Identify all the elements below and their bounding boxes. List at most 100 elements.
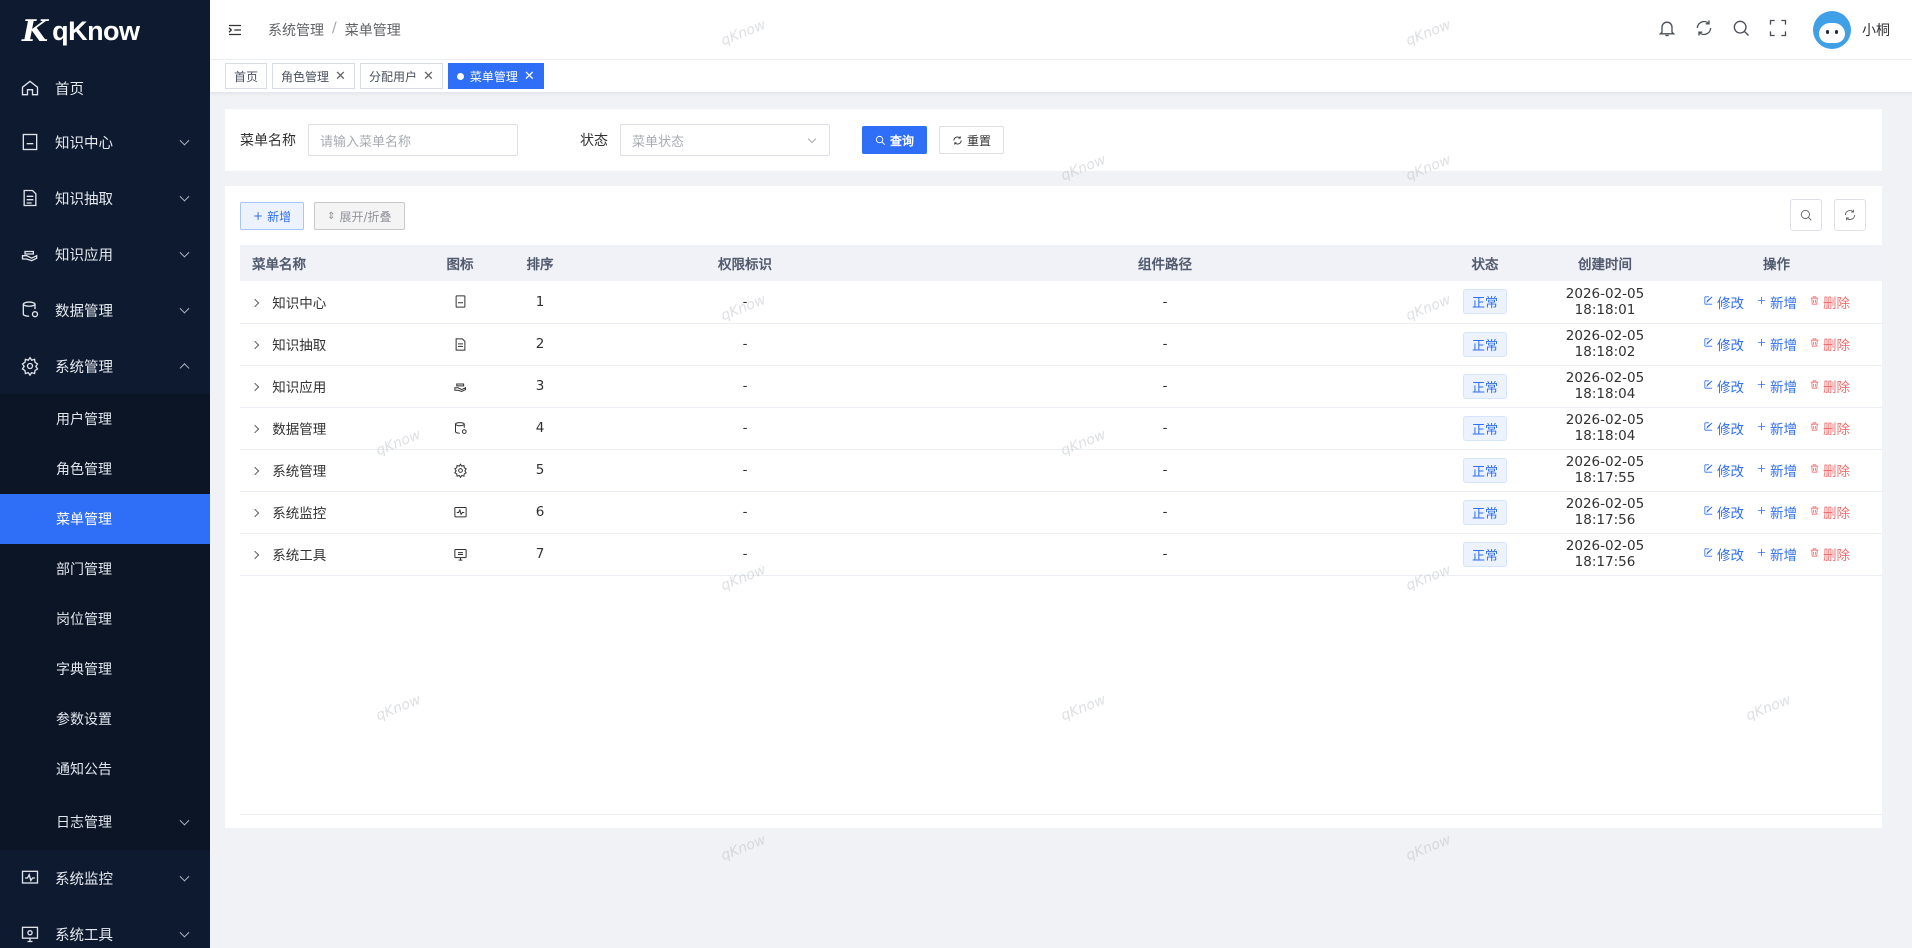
close-icon[interactable]: ✕ <box>335 70 346 83</box>
delete-button[interactable]: 删除 <box>1809 418 1850 438</box>
close-icon[interactable]: ✕ <box>524 70 535 83</box>
sidebar-item-label: 通知公告 <box>56 762 112 778</box>
chevron-down-icon <box>807 134 817 144</box>
sidebar-item-system-management[interactable]: 系统管理 <box>0 338 210 394</box>
logo-text: qKnow <box>52 15 140 46</box>
menu-name: 系统管理 <box>272 464 327 480</box>
refresh-table-button[interactable] <box>1834 199 1866 231</box>
collapse-menu-icon[interactable] <box>224 19 246 41</box>
expand-row-icon[interactable] <box>250 424 260 434</box>
edit-button[interactable]: 修改 <box>1703 502 1744 522</box>
status-select-placeholder: 菜单状态 <box>632 134 685 150</box>
delete-button[interactable]: 删除 <box>1809 334 1850 354</box>
toggle-search-button[interactable] <box>1790 199 1822 231</box>
sidebar-subitem-config-settings[interactable]: 参数设置 <box>0 694 210 744</box>
edit-button[interactable]: 修改 <box>1703 292 1744 312</box>
plus-icon <box>1756 462 1767 478</box>
sidebar-item-knowledge-center[interactable]: 知识中心 <box>0 114 210 170</box>
bell-icon[interactable] <box>1657 18 1677 42</box>
edit-button[interactable]: 修改 <box>1703 544 1744 564</box>
expand-row-icon[interactable] <box>250 340 260 350</box>
avatar-face <box>1819 22 1845 43</box>
sidebar-item-label: 系统监控 <box>55 871 113 888</box>
status-select[interactable]: 菜单状态 <box>620 124 830 156</box>
delete-button[interactable]: 删除 <box>1809 460 1850 480</box>
add-menu-button[interactable]: + 新增 <box>240 202 305 230</box>
edit-label: 修改 <box>1717 422 1744 438</box>
tool-icon <box>453 546 468 562</box>
delete-button[interactable]: 删除 <box>1809 544 1850 564</box>
tag-menu-management[interactable]: 菜单管理 ✕ <box>447 63 544 89</box>
expand-collapse-button[interactable]: ⇕ 展开/折叠 <box>314 202 405 230</box>
sidebar-subitem-dept-management[interactable]: 部门管理 <box>0 544 210 594</box>
expand-row-icon[interactable] <box>250 508 260 518</box>
delete-button[interactable]: 删除 <box>1809 502 1850 522</box>
home-icon <box>20 78 40 98</box>
reset-button[interactable]: 重置 <box>939 126 1005 154</box>
watermark-text: qKnow <box>1403 831 1454 865</box>
status-badge: 正常 <box>1462 499 1507 525</box>
add-child-button[interactable]: 新增 <box>1756 544 1797 564</box>
tag-role-management[interactable]: 角色管理 ✕ <box>272 63 355 89</box>
add-button-label: 新增 <box>267 209 292 224</box>
search-icon[interactable] <box>1731 18 1751 42</box>
tag-home[interactable]: 首页 <box>225 63 268 89</box>
menu-name-input[interactable]: 请输入菜单名称 <box>308 124 518 156</box>
edit-label: 修改 <box>1717 548 1744 564</box>
sidebar-subitem-post-management[interactable]: 岗位管理 <box>0 594 210 644</box>
created-time-cell: 2026-02-05 18:17:56 <box>1540 533 1670 576</box>
gear-icon <box>20 356 40 376</box>
expand-row-icon[interactable] <box>250 466 260 476</box>
sidebar-item-data-management[interactable]: 数据管理 <box>0 282 210 338</box>
sidebar-item-system-monitor[interactable]: 系统监控 <box>0 850 210 906</box>
sidebar-item-knowledge-extraction[interactable]: 知识抽取 <box>0 170 210 226</box>
add-child-button[interactable]: 新增 <box>1756 334 1797 354</box>
search-form: 菜单名称 请输入菜单名称 状态 菜单状态 查询 重置 <box>225 109 1882 171</box>
menu-name: 数据管理 <box>272 422 327 438</box>
query-button[interactable]: 查询 <box>862 126 928 154</box>
expand-row-icon[interactable] <box>250 382 260 392</box>
fullscreen-icon[interactable] <box>1768 18 1788 42</box>
close-icon[interactable]: ✕ <box>423 70 434 83</box>
username[interactable]: 小桐 <box>1862 20 1890 40</box>
add-child-button[interactable]: 新增 <box>1756 292 1797 312</box>
sidebar-item-home[interactable]: 首页 <box>0 62 210 114</box>
sidebar-subitem-log-management[interactable]: 日志管理 <box>0 794 210 850</box>
sidebar-subitem-user-management[interactable]: 用户管理 <box>0 394 210 444</box>
sidebar-item-label: 数据管理 <box>55 303 113 320</box>
avatar[interactable] <box>1813 10 1851 49</box>
add-child-button[interactable]: 新增 <box>1756 418 1797 438</box>
expand-row-icon[interactable] <box>250 298 260 307</box>
delete-button[interactable]: 删除 <box>1809 292 1850 312</box>
sidebar-subitem-dict-management[interactable]: 字典管理 <box>0 644 210 694</box>
add-child-button[interactable]: 新增 <box>1756 502 1797 522</box>
table-row: 系统工具 7 - - 正常 2026-02-05 18:17:56 修改 新增 … <box>240 533 1883 576</box>
sidebar-item-system-tools[interactable]: 系统工具 <box>0 906 210 948</box>
add-child-button[interactable]: 新增 <box>1756 460 1797 480</box>
sidebar-subitem-menu-management[interactable]: 菜单管理 <box>0 494 210 544</box>
refresh-icon[interactable] <box>1694 18 1714 42</box>
sidebar-subitem-notice[interactable]: 通知公告 <box>0 744 210 794</box>
edit-button[interactable]: 修改 <box>1703 460 1744 480</box>
tag-assign-user[interactable]: 分配用户 ✕ <box>359 63 443 89</box>
add-child-button[interactable]: 新增 <box>1756 376 1797 396</box>
table-bottom-divider <box>240 814 1883 815</box>
edit-button[interactable]: 修改 <box>1703 376 1744 396</box>
expand-row-icon[interactable] <box>250 550 260 560</box>
status-label: 状态 <box>580 133 608 149</box>
chevron-down-icon <box>179 871 190 882</box>
edit-button[interactable]: 修改 <box>1703 334 1744 354</box>
document-icon <box>20 188 40 208</box>
component-cell: - <box>900 407 1430 450</box>
app-logo[interactable]: K qKnow <box>0 0 210 62</box>
trash-icon <box>1809 546 1820 562</box>
sidebar-subitem-role-management[interactable]: 角色管理 <box>0 444 210 494</box>
menu-table-card: + 新增 ⇕ 展开/折叠 菜单名称 图标 排序 权限标识 组件路径 状态 创建时… <box>225 186 1883 828</box>
sidebar-item-label: 部门管理 <box>56 562 112 578</box>
breadcrumb-item[interactable]: 系统管理 <box>268 20 324 40</box>
edit-button[interactable]: 修改 <box>1703 418 1744 438</box>
table-row: 系统管理 5 - - 正常 2026-02-05 18:17:55 修改 新增 … <box>240 449 1883 492</box>
plus-icon <box>1756 378 1767 394</box>
sidebar-item-knowledge-application[interactable]: 知识应用 <box>0 226 210 282</box>
delete-button[interactable]: 删除 <box>1809 376 1850 396</box>
